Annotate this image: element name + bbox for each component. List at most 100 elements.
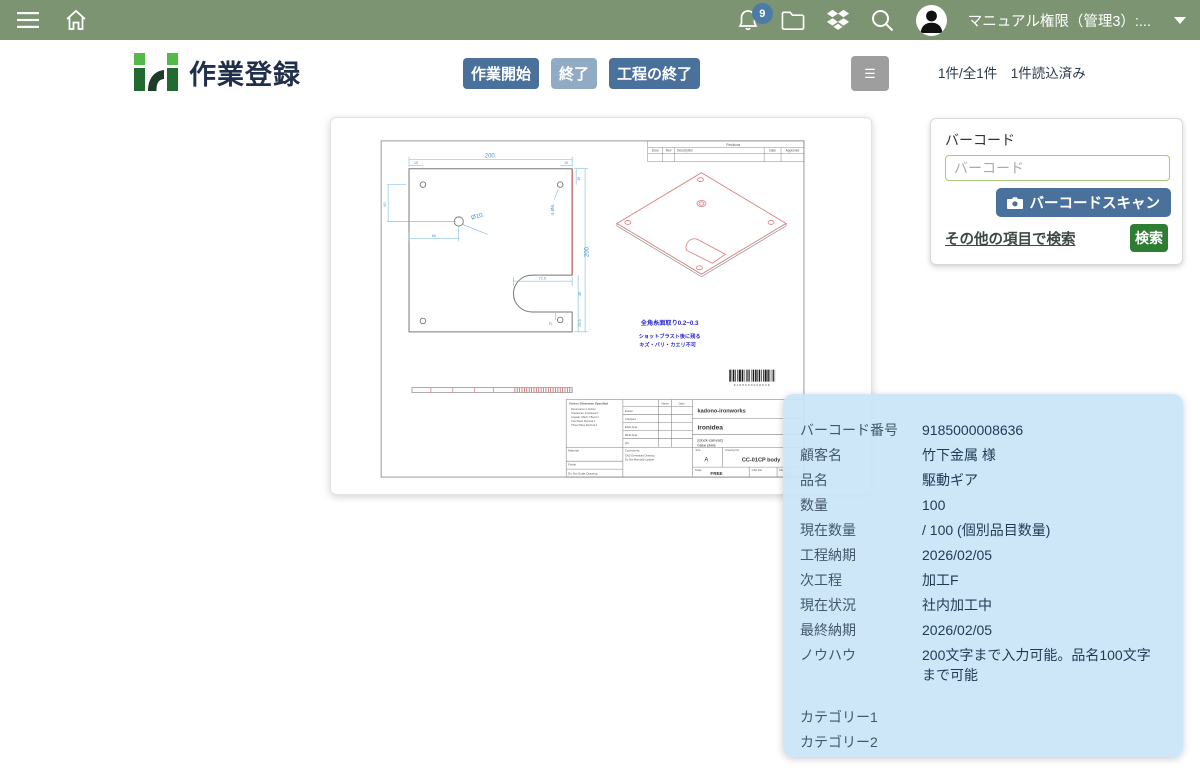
tb-spec-title: Unless Otherwise Specified	[569, 401, 608, 405]
barcode-scan-button[interactable]: バーコードスキャン	[996, 188, 1172, 217]
tb-company: kadono-ironworks	[697, 408, 745, 414]
folder-icon	[781, 10, 805, 31]
user-menu-label[interactable]: マニュアル権限（管理3）:...	[968, 10, 1151, 31]
other-search-link[interactable]: その他の項目で検索	[945, 228, 1076, 249]
info-label: カテゴリー1	[800, 705, 922, 727]
tb-scale: FREE	[710, 471, 722, 476]
tb-cad-label: CAD File	[752, 468, 763, 472]
info-label: 最終納期	[800, 618, 922, 640]
person-icon	[916, 5, 947, 36]
tb-scale-label: Scale	[695, 468, 702, 472]
info-label: 数量	[800, 493, 922, 515]
info-value	[922, 730, 1163, 732]
hamburger-menu-icon[interactable]	[16, 8, 40, 32]
note-chamfer: 全角糸面取り0.2~0.3	[640, 319, 699, 327]
action-buttons: 作業開始 終了 工程の終了	[463, 58, 700, 89]
tb-row-checked: Checked	[625, 417, 636, 421]
info-row-barcode-number: バーコード番号 9185000008636	[800, 418, 1163, 443]
tb-size-label: Size	[695, 448, 701, 452]
dim-45: 45	[578, 292, 582, 296]
info-value: / 100 (個別品目数量)	[922, 518, 1163, 540]
tb-no-scale: Do Not Scale Drawing	[568, 472, 598, 476]
search-button-topbar[interactable]	[871, 8, 895, 32]
dropbox-button[interactable]	[826, 8, 850, 32]
tb-spec2: Tolerances: Fractional ±	[571, 411, 599, 415]
tb-product2: base plate	[697, 442, 716, 447]
dim-60-left: 60	[383, 202, 387, 206]
tb-comments2: Do Not Manually Update	[625, 458, 655, 462]
tb-size: A	[704, 458, 708, 464]
info-value	[922, 705, 1163, 707]
info-label: 品名	[800, 468, 922, 490]
topbar-left	[0, 8, 88, 32]
list-menu-button[interactable]: ☰	[851, 56, 889, 91]
barcode-input[interactable]	[945, 155, 1170, 181]
info-label: バーコード番号	[800, 418, 922, 440]
info-row-item-name: 品名 駆動ギア	[800, 468, 1163, 493]
page: 9	[0, 0, 1200, 772]
plate-side-view	[412, 388, 572, 393]
info-value: 9185000008636	[922, 418, 1163, 440]
dim-200-top: 200.	[485, 153, 497, 159]
app-logo-icon	[133, 52, 179, 92]
tb-dwg-no: CC-01CP body	[742, 458, 781, 464]
info-row-current-quantity: 現在数量 / 100 (個別品目数量)	[800, 518, 1163, 543]
barcode-panel-footer: その他の項目で検索 検索	[945, 224, 1168, 252]
dim-4-diameter-6: 4-Ø6.	[550, 204, 556, 216]
info-value: 100	[922, 493, 1163, 515]
dim-72-5: 72.5	[539, 277, 546, 281]
dim-200-right: 200.	[585, 245, 591, 257]
tb-finish: Finish	[568, 463, 576, 467]
barcode-scan-label: バーコードスキャン	[1030, 192, 1161, 213]
info-row-customer: 顧客名 竹下金属 様	[800, 443, 1163, 468]
end-button[interactable]: 終了	[551, 58, 597, 89]
camera-icon	[1007, 196, 1023, 209]
page-title: 作業登録	[189, 53, 301, 92]
start-work-button[interactable]: 作業開始	[463, 58, 539, 89]
info-value: 社内加工中	[922, 593, 1163, 615]
dim-15-top-left: 15	[414, 161, 418, 165]
tb-date-col: Date	[679, 401, 685, 405]
note-shotblast-2: キズ・バリ・カエリ不可	[639, 340, 696, 348]
info-row-category1: カテゴリー1	[800, 705, 1163, 730]
chevron-down-icon[interactable]	[1174, 17, 1186, 24]
info-label: 現在状況	[800, 593, 922, 615]
tb-row-mfr: MFR Appr.	[625, 433, 638, 437]
search-submit-button[interactable]: 検索	[1130, 224, 1168, 252]
dim-15-right: 15	[577, 177, 581, 181]
tb-row-drawn: Drawn	[625, 409, 633, 413]
info-label: カテゴリー2	[800, 730, 922, 752]
home-icon[interactable]	[64, 8, 88, 32]
note-shotblast-1: ショットブラスト後に残る	[639, 332, 701, 340]
dim-26-9: 26.9	[578, 319, 582, 326]
barcode-label: バーコード	[945, 130, 1168, 150]
notifications-button[interactable]: 9	[736, 8, 760, 32]
hamburger-menu-glyph	[17, 12, 39, 28]
notification-badge: 9	[752, 3, 773, 24]
info-label: 顧客名	[800, 443, 922, 465]
process-end-button[interactable]: 工程の終了	[609, 58, 700, 89]
tb-dwg-label: Drawing No.	[725, 448, 739, 452]
record-count-text: 1件/全1件 1件読込済み	[938, 62, 1086, 82]
tb-name-col: Name	[661, 401, 669, 405]
brand: 作業登録	[133, 52, 301, 92]
info-row-category2: カテゴリー2	[800, 730, 1163, 755]
info-value: 竹下金属 様	[922, 443, 1163, 465]
info-row-gap	[800, 685, 1163, 705]
revisions-col-approved: Approved	[786, 149, 800, 153]
revisions-col-date: Date	[769, 149, 776, 153]
item-info-panel: バーコード番号 9185000008636 顧客名 竹下金属 様 品名 駆動ギア…	[783, 394, 1183, 757]
home-glyph	[64, 8, 88, 32]
tb-comments1: CAD Generated Drawing	[625, 454, 655, 458]
tb-spec5: Three Place Decimal ±	[571, 423, 598, 427]
tb-comments-label: Comments:	[625, 449, 640, 453]
revisions-col-description: Description	[677, 149, 693, 153]
dropbox-icon	[826, 9, 850, 32]
avatar[interactable]	[916, 5, 947, 36]
tb-row-qa: QA	[625, 441, 629, 445]
tb-material: Material	[568, 449, 579, 453]
files-button[interactable]	[781, 8, 805, 32]
info-label: ノウハウ	[800, 643, 922, 665]
tb-row-eng: ENG Appr.	[625, 425, 638, 429]
info-label: 現在数量	[800, 518, 922, 540]
